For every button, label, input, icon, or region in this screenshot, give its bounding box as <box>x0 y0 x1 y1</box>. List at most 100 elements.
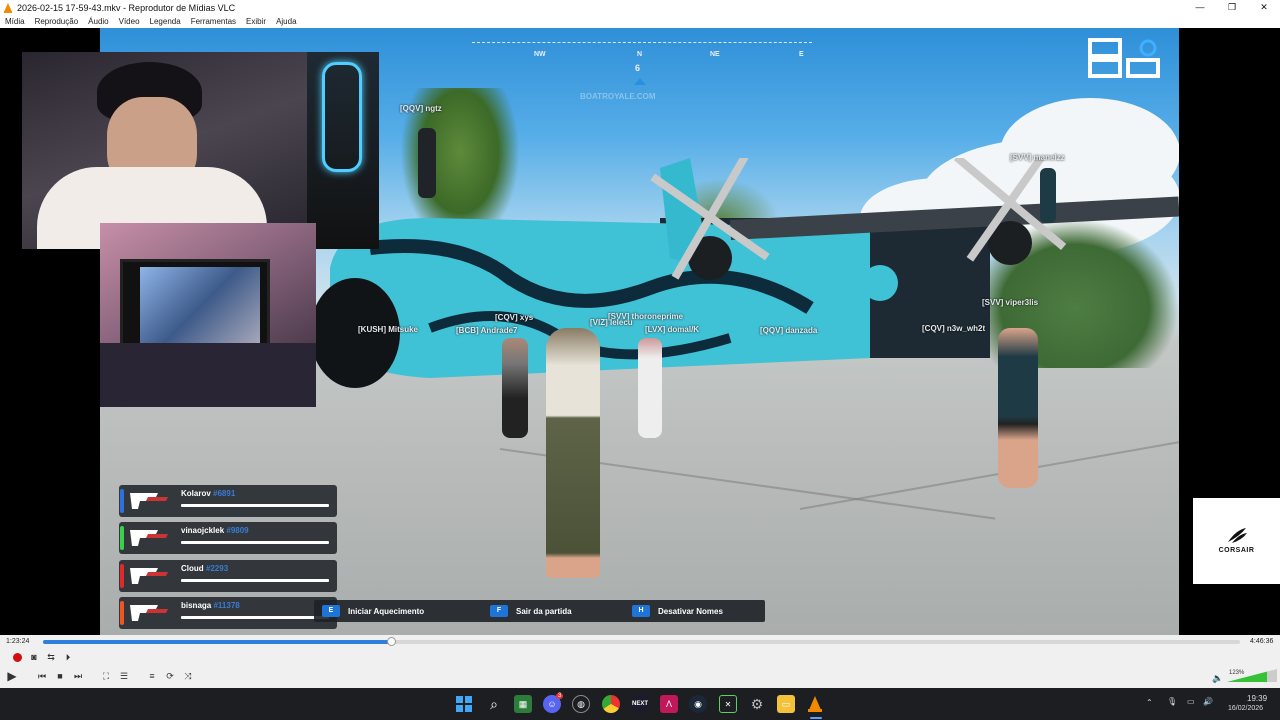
loop-button[interactable]: ⟳ <box>163 669 177 683</box>
settings-gear-icon[interactable]: ⚙ <box>748 695 766 713</box>
team-logo-icon <box>130 605 168 621</box>
total-time: 4:46:36 <box>1250 638 1274 645</box>
player-card: vinaojcklek #9809 <box>119 522 337 554</box>
previous-button[interactable]: ⏮ <box>35 669 49 683</box>
health-bar <box>181 504 329 507</box>
team-logo-icon <box>130 530 168 546</box>
player-controls: 1:23:24 4:46:36 ◙ ⇆ ⏵ ▶ ⏮ ■ ⏭ ⛶ ☰ ≡ ⟳ ⤨ … <box>0 635 1280 688</box>
character <box>1040 168 1056 223</box>
menu-exibir[interactable]: Exibir <box>246 17 266 26</box>
nametag: [CQV] n3w_wh2t <box>922 324 986 333</box>
key-f: F <box>490 605 508 617</box>
menu-reproducao[interactable]: Reprodução <box>35 17 79 26</box>
team-color-bar <box>120 564 124 588</box>
close-button[interactable]: ✕ <box>1248 0 1280 15</box>
menu-legenda[interactable]: Legenda <box>150 17 181 26</box>
main-character <box>546 328 600 578</box>
nametag: [SVV] viper3lis <box>982 298 1039 307</box>
nametag: [LVX] domal/K <box>645 325 700 334</box>
maximize-button[interactable]: ❐ <box>1216 0 1248 15</box>
show-hidden-icons-icon[interactable]: ⌃ <box>1146 698 1153 707</box>
snapshot-button[interactable]: ◙ <box>27 650 41 664</box>
health-bar <box>181 541 329 544</box>
hint-label: Desativar Nomes <box>658 606 723 616</box>
player-name: vinaojcklek #9809 <box>181 526 249 535</box>
character <box>998 328 1038 488</box>
pc-lighting <box>322 62 362 172</box>
windows-start-icon[interactable] <box>455 695 473 713</box>
shuffle-button[interactable]: ⤨ <box>181 669 195 683</box>
clock-time[interactable]: 19:39 <box>1247 694 1267 703</box>
extended-settings-button[interactable]: ☰ <box>117 669 131 683</box>
menu-bar: Mídia Reprodução Áudio Vídeo Legenda Fer… <box>0 15 1280 28</box>
vlc-taskbar-icon[interactable] <box>806 695 824 713</box>
team-logo-icon <box>130 568 168 584</box>
speaker-icon[interactable]: 🔈 <box>1212 673 1223 684</box>
file-explorer-icon[interactable]: ▭ <box>777 695 795 713</box>
seek-knob[interactable] <box>387 637 397 646</box>
nametag: [QQV] danzada <box>760 326 818 335</box>
menu-audio[interactable]: Áudio <box>88 17 108 26</box>
nametag: [CQV] xys <box>495 313 534 322</box>
microphone-icon[interactable]: 🎙 <box>1167 697 1177 706</box>
compass-n: N <box>637 51 643 58</box>
nametag: [SVV] manelzz <box>1010 153 1065 162</box>
second-camera-overlay <box>100 223 316 407</box>
network-icon[interactable]: ▭ <box>1187 697 1195 706</box>
compass-nw: NW <box>534 51 546 58</box>
record-button[interactable] <box>10 650 24 664</box>
corsair-sails-icon <box>1227 528 1247 543</box>
menu-ferramentas[interactable]: Ferramentas <box>191 17 236 26</box>
volume-level: 123% <box>1229 670 1245 676</box>
character <box>502 338 528 438</box>
next-app-icon[interactable]: NEXT <box>631 695 649 713</box>
seek-bar[interactable] <box>43 637 1240 646</box>
steam-icon[interactable]: ◉ <box>689 695 707 713</box>
player-card: Cloud #2293 <box>119 560 337 592</box>
seek-progress <box>43 640 392 644</box>
menu-midia[interactable]: Mídia <box>5 17 25 26</box>
character <box>638 338 662 438</box>
watermark: BOATROYALE.COM <box>580 92 656 101</box>
nametag: [VIZ] lelecu <box>590 318 633 327</box>
game-logo-icon <box>1088 38 1160 78</box>
character <box>418 128 436 198</box>
menu-ajuda[interactable]: Ajuda <box>276 17 296 26</box>
frame-step-button[interactable]: ⏵ <box>61 650 75 664</box>
search-icon[interactable]: ⌕ <box>485 695 503 713</box>
player-name: bisnaga #11378 <box>181 601 240 610</box>
window-titlebar: 2026-02-15 17-59-43.mkv - Reprodutor de … <box>0 0 1280 15</box>
team-color-bar <box>120 489 124 513</box>
loop-ab-button[interactable]: ⇆ <box>44 650 58 664</box>
playlist-button[interactable]: ≡ <box>145 669 159 683</box>
nametag: [QQV] ngtz <box>400 104 442 113</box>
desk <box>100 343 316 407</box>
compass-e: E <box>799 51 804 58</box>
player-card: bisnaga #11378 <box>119 597 337 629</box>
app-icon[interactable]: Λ <box>660 695 678 713</box>
key-e: E <box>322 605 340 617</box>
next-button[interactable]: ⏭ <box>71 669 85 683</box>
chrome-icon[interactable] <box>602 695 620 713</box>
fullscreen-button[interactable]: ⛶ <box>99 669 113 683</box>
webcam-overlay <box>22 52 379 249</box>
compass-heading: 6 <box>635 63 641 73</box>
task-view-icon[interactable]: ▦ <box>514 695 532 713</box>
sponsor-name: CORSAIR <box>1218 547 1255 554</box>
video-area[interactable]: NW N NE E 6 BOATROYALE.COM [QQV] ngtz [S… <box>0 28 1280 635</box>
stop-button[interactable]: ■ <box>53 669 67 683</box>
active-app-indicator <box>810 717 822 719</box>
team-color-bar <box>120 526 124 550</box>
clock-date[interactable]: 16/02/2026 <box>1228 705 1263 712</box>
hint-label: Iniciar Aquecimento <box>348 606 425 616</box>
minimize-button[interactable]: — <box>1184 0 1216 15</box>
obs-icon[interactable]: ◍ <box>572 695 590 713</box>
menu-video[interactable]: Vídeo <box>119 17 140 26</box>
player-name: Cloud #2293 <box>181 564 229 573</box>
xbox-icon[interactable]: ✕ <box>719 695 737 713</box>
play-button[interactable]: ▶ <box>5 669 19 683</box>
volume-tray-icon[interactable]: 🔊 <box>1203 697 1213 706</box>
compass-strip <box>472 42 812 44</box>
heading-arrow-icon <box>634 78 646 85</box>
window-title: 2026-02-15 17-59-43.mkv - Reprodutor de … <box>17 2 236 13</box>
